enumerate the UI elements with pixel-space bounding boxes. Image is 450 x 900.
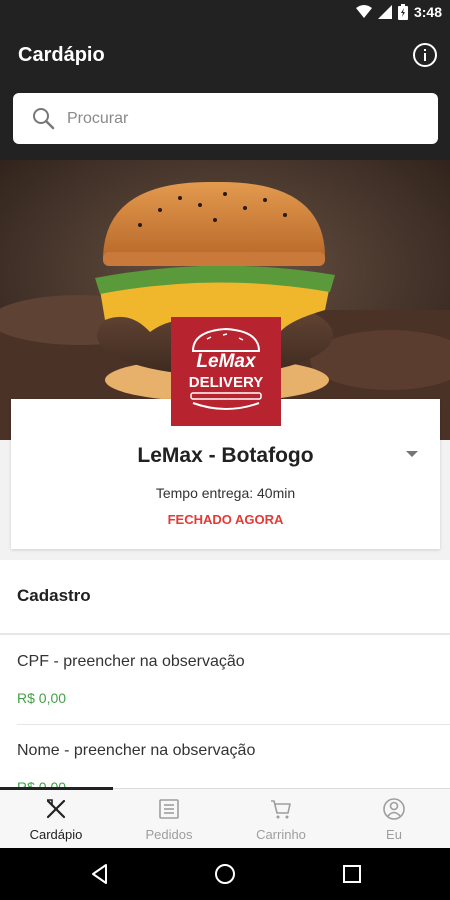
delivery-time: Tempo entrega: 40min	[155, 485, 296, 501]
bottom-nav: Cardápio Pedidos Carrinho Eu	[0, 787, 450, 849]
nav-label: Carrinho	[256, 827, 306, 842]
fork-knife-icon	[46, 799, 66, 819]
nav-item-pedidos[interactable]: Pedidos	[113, 789, 225, 849]
divider	[17, 724, 450, 725]
receipt-icon	[159, 799, 179, 819]
page-title: Cardápio	[18, 44, 105, 66]
menu-item-nome[interactable]: Nome - preencher na observação R$ 0,00	[0, 726, 450, 788]
user-icon	[383, 798, 405, 820]
burger-logo-icon: LeMax DELIVERY	[189, 327, 263, 410]
menu-item-cpf[interactable]: CPF - preencher na observação R$ 0,00	[0, 637, 450, 725]
nav-item-cardapio[interactable]: Cardápio	[0, 789, 112, 849]
logo-text-1: LeMax	[196, 351, 257, 372]
recents-icon[interactable]	[340, 862, 364, 886]
home-icon[interactable]	[213, 862, 237, 886]
nav-item-carrinho[interactable]: Carrinho	[225, 789, 337, 849]
nav-label: Pedidos	[145, 827, 193, 842]
info-icon[interactable]	[412, 42, 438, 68]
store-logo: LeMax DELIVERY	[171, 317, 281, 426]
nav-label: Cardápio	[29, 827, 83, 842]
store-status-badge: FECHADO AGORA	[167, 512, 284, 527]
store-name: LeMax - Botafogo	[137, 444, 314, 467]
chevron-down-icon[interactable]	[406, 451, 418, 457]
back-icon[interactable]	[88, 862, 112, 886]
item-name: CPF - preencher na observação	[17, 653, 245, 670]
section-header: Cadastro	[0, 560, 450, 635]
section-title: Cadastro	[17, 586, 91, 605]
battery-icon	[397, 4, 408, 20]
item-price: R$ 0,00	[17, 690, 67, 706]
status-time: 3:48	[413, 4, 442, 20]
wifi-icon	[355, 5, 372, 18]
nav-label: Eu	[386, 827, 402, 842]
search-input[interactable]	[67, 93, 427, 144]
cart-icon	[271, 800, 291, 819]
logo-text-2: DELIVERY	[189, 374, 263, 391]
status-bar: 3:48	[0, 0, 450, 28]
item-name: Nome - preencher na observação	[17, 742, 256, 759]
app-bar: Cardápio	[0, 28, 450, 160]
search-box[interactable]	[13, 93, 438, 144]
signal-icon	[377, 5, 392, 19]
search-icon	[33, 108, 55, 130]
menu-list: Cadastro CPF - preencher na observação R…	[0, 560, 450, 788]
nav-item-eu[interactable]: Eu	[338, 789, 450, 849]
status-icons: 3:48	[355, 4, 442, 20]
system-nav-bar	[0, 848, 450, 900]
